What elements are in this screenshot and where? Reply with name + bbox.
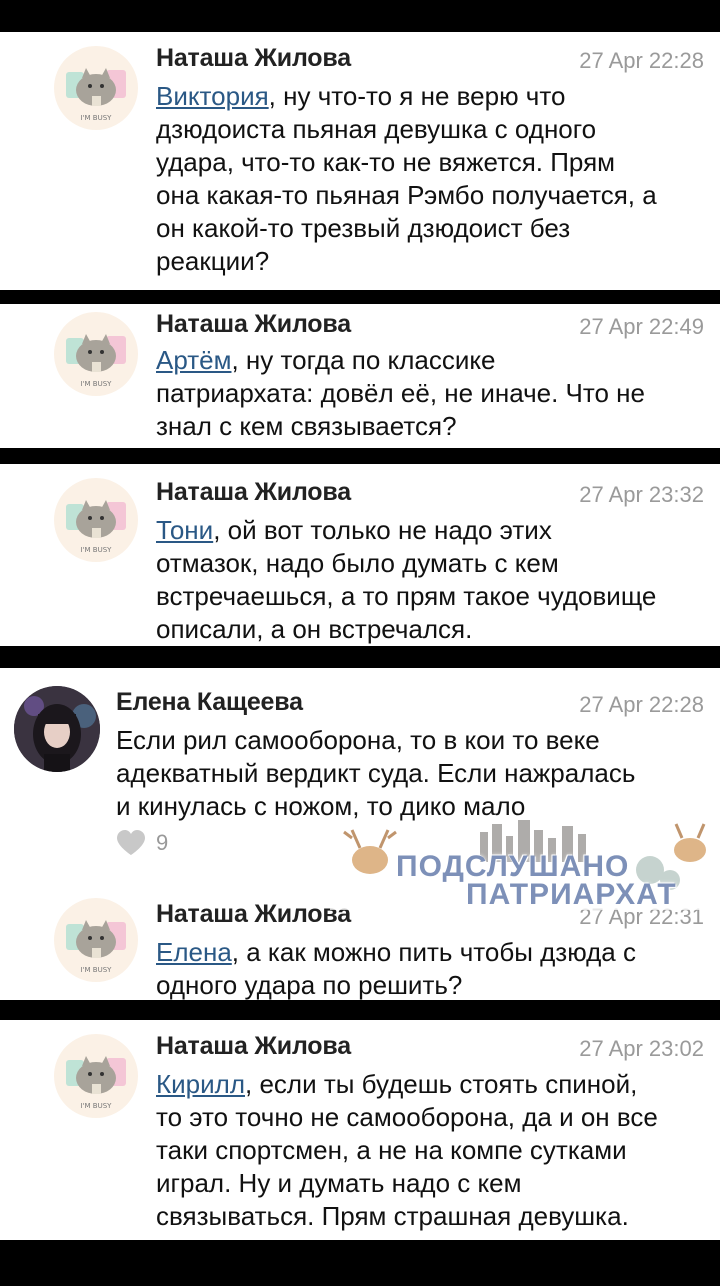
svg-text:I'M BUSY: I'M BUSY (81, 114, 113, 122)
mention-link[interactable]: Виктория (156, 81, 269, 111)
comment-author[interactable]: Наташа Жилова (156, 478, 351, 507)
comment-text: Тони, ой вот только не надо этих отмазок… (156, 515, 657, 644)
comment-author[interactable]: Наташа Жилова (156, 44, 351, 73)
pusheen-busy-icon: I'M BUSY (66, 500, 126, 554)
user-photo-icon (14, 686, 100, 772)
avatar[interactable]: I'M BUSY (54, 898, 138, 982)
pusheen-busy-icon: I'M BUSY (66, 334, 126, 388)
avatar[interactable]: I'M BUSY (54, 46, 138, 130)
comment-text: Артём, ну тогда по классике патриархата:… (156, 345, 645, 441)
comment-card: I'M BUSY Наташа Жилова 27 Apr 22:31 Елен… (0, 878, 720, 1000)
svg-text:I'M BUSY: I'M BUSY (81, 1102, 113, 1110)
comment-timestamp[interactable]: 27 Apr 22:28 (579, 48, 704, 74)
mention-link[interactable]: Тони (156, 515, 213, 545)
avatar[interactable]: I'M BUSY (54, 312, 138, 396)
comment-card: Елена Кащеева 27 Apr 22:28 Если рил само… (0, 668, 720, 878)
svg-text:I'M BUSY: I'M BUSY (81, 380, 113, 388)
comment-card: I'M BUSY Наташа Жилова 27 Apr 22:28 Викт… (0, 32, 720, 290)
comment-text: Кирилл, если ты будешь стоять спиной, то… (156, 1069, 658, 1231)
comment-author[interactable]: Наташа Жилова (156, 310, 351, 339)
pusheen-busy-icon: I'M BUSY (66, 1056, 126, 1110)
avatar[interactable] (14, 686, 100, 772)
comment-author[interactable]: Елена Кащеева (116, 688, 303, 717)
avatar[interactable]: I'M BUSY (54, 478, 138, 562)
mention-link[interactable]: Кирилл (156, 1069, 245, 1099)
pusheen-busy-icon: I'M BUSY (66, 68, 126, 122)
comment-author[interactable]: Наташа Жилова (156, 1032, 351, 1061)
heart-icon (117, 830, 145, 855)
comment-timestamp[interactable]: 27 Apr 23:02 (579, 1036, 704, 1062)
mention-link[interactable]: Елена (156, 937, 232, 967)
comment-timestamp[interactable]: 27 Apr 22:28 (579, 692, 704, 718)
comment-text: Елена, а как можно пить чтобы дзюда с од… (156, 937, 636, 1000)
mention-link[interactable]: Артём (156, 345, 231, 375)
pusheen-busy-icon: I'M BUSY (66, 920, 126, 974)
comment-timestamp[interactable]: 27 Apr 22:31 (579, 904, 704, 930)
comment-card: I'M BUSY Наташа Жилова 27 Apr 22:49 Артё… (0, 304, 720, 448)
comment-text: Виктория, ну что-то я не верю что дзюдои… (156, 81, 657, 276)
comment-text: Если рил самооборона, то в кои то веке а… (116, 725, 636, 821)
comment-timestamp[interactable]: 27 Apr 22:49 (579, 314, 704, 340)
like-button[interactable]: 9 (116, 830, 168, 856)
comment-card: I'M BUSY Наташа Жилова 27 Apr 23:32 Тони… (0, 464, 720, 646)
comment-author[interactable]: Наташа Жилова (156, 900, 351, 929)
svg-text:I'M BUSY: I'M BUSY (81, 966, 113, 974)
avatar[interactable]: I'M BUSY (54, 1034, 138, 1118)
svg-text:I'M BUSY: I'M BUSY (81, 546, 113, 554)
comment-timestamp[interactable]: 27 Apr 23:32 (579, 482, 704, 508)
like-count: 9 (156, 830, 169, 855)
comment-card: I'M BUSY Наташа Жилова 27 Apr 23:02 Кири… (0, 1020, 720, 1240)
